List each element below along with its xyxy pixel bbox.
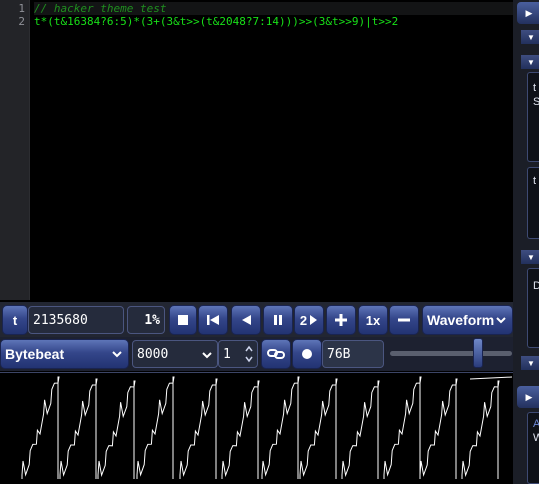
playback-rate-button[interactable]: 1x — [358, 305, 388, 335]
time-unit-button[interactable]: t — [2, 305, 28, 335]
time-counter-value: 2135680 — [33, 312, 88, 328]
expand-arrow-icon[interactable]: ▶ — [517, 386, 539, 408]
speed-percent-value: 1% — [144, 312, 160, 328]
view-mode-value: Waveform — [427, 312, 495, 328]
chevron-down-icon[interactable] — [201, 349, 213, 361]
expand-arrow-icon[interactable]: ▶ — [517, 2, 539, 24]
play-backward-button[interactable] — [231, 305, 261, 335]
side-card-label: A — [533, 418, 539, 430]
speed-percent-input[interactable]: 1% — [127, 306, 165, 334]
side-card-label: t — [533, 175, 537, 187]
minus-icon — [398, 318, 410, 322]
code-size-display: 76B — [322, 340, 384, 368]
collapse-arrow-icon[interactable]: ▼ — [521, 30, 539, 44]
playback-rate-label: 1x — [365, 312, 381, 328]
skip-back-icon — [207, 315, 219, 325]
collapse-arrow-icon[interactable]: ▼ — [521, 250, 539, 264]
code-line-formula[interactable]: t*(t&16384?6:5)*(3+(3&t>>(t&2048?7:14)))… — [34, 15, 398, 28]
volume-slider-thumb[interactable] — [472, 338, 483, 368]
line-number: 1 — [18, 2, 25, 15]
volume-slider-track[interactable] — [390, 351, 512, 356]
play-backward-icon — [242, 315, 251, 325]
mode-value: Bytebeat — [5, 346, 65, 362]
mode-select[interactable]: Bytebeat — [0, 339, 129, 369]
code-line-comment[interactable]: // hacker theme test — [34, 2, 513, 15]
side-card-label: W — [533, 432, 539, 444]
waveform-trace — [21, 376, 513, 479]
view-mode-select[interactable]: Waveform — [422, 305, 513, 335]
plus-icon — [335, 314, 347, 326]
side-panel-strip: ▶ ▼ ▼ t S t ▼ D ▼ ▶ A W — [513, 0, 539, 484]
stop-icon — [178, 315, 188, 325]
code-size-value: 76B — [327, 346, 351, 362]
speed-decrease-button[interactable] — [389, 305, 419, 335]
pause-button[interactable] — [263, 305, 293, 335]
side-card-label: S — [533, 96, 539, 108]
stop-button[interactable] — [169, 305, 197, 335]
waveform-display[interactable] — [0, 372, 513, 484]
collapse-arrow-icon[interactable]: ▼ — [521, 356, 539, 370]
sample-rate-input[interactable]: 8000 — [132, 340, 218, 368]
share-link-button[interactable] — [261, 339, 291, 369]
record-icon — [302, 349, 312, 359]
chevron-down-icon — [112, 351, 122, 358]
speed-increase-button[interactable] — [326, 305, 356, 335]
side-card-label: t — [533, 82, 537, 94]
stepper-arrows-icon[interactable] — [244, 343, 254, 365]
code-editor[interactable]: 1 2 // hacker theme test t*(t&16384?6:5)… — [0, 0, 513, 300]
collapse-arrow-icon[interactable]: ▼ — [521, 55, 539, 69]
play-forward-button[interactable]: 2 — [294, 305, 324, 335]
restart-button[interactable] — [198, 305, 228, 335]
link-icon — [267, 349, 285, 359]
line-number: 2 — [18, 15, 25, 28]
time-counter-input[interactable]: 2135680 — [28, 306, 124, 334]
playback-toolbar: t 2135680 1% 2 1x Waveform — [0, 302, 513, 338]
line-gutter: 1 2 — [0, 0, 30, 300]
play-forward-icon — [310, 315, 318, 325]
step-value: 2 — [299, 312, 308, 328]
divisor-value: 1 — [223, 346, 231, 362]
chevron-down-icon — [496, 317, 506, 324]
record-button[interactable] — [292, 339, 322, 369]
side-card-label: D — [533, 280, 539, 292]
pause-icon — [274, 315, 282, 325]
time-unit-label: t — [12, 312, 18, 328]
divisor-stepper[interactable]: 1 — [218, 340, 258, 368]
sample-rate-value: 8000 — [137, 346, 169, 362]
waveform-plot — [21, 376, 513, 479]
